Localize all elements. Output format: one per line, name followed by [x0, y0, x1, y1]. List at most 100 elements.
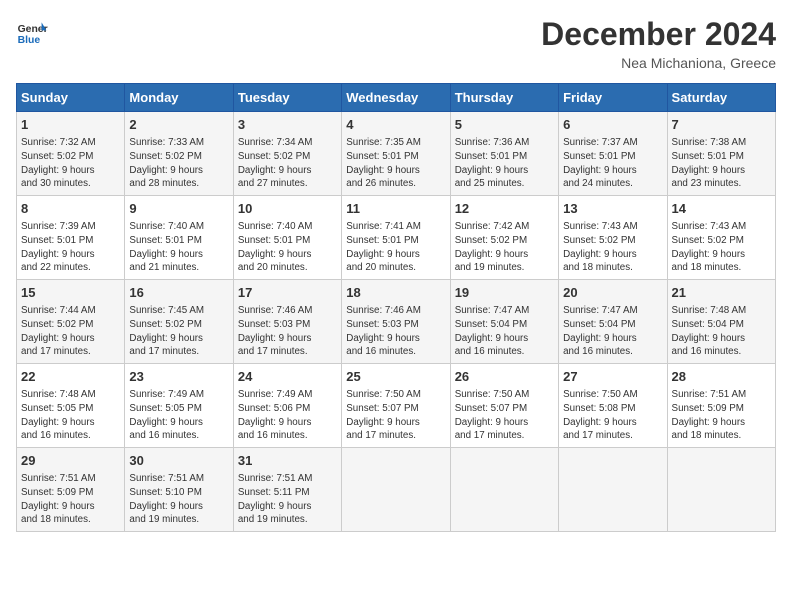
calendar-cell: 16Sunrise: 7:45 AMSunset: 5:02 PMDayligh… [125, 280, 233, 364]
calendar-cell: 3 Sunrise: 7:34 AMSunset: 5:02 PMDaylight… [233, 112, 341, 196]
day-info: Sunrise: 7:37 AMSunset: 5:01 PMDaylight:… [563, 136, 662, 191]
day-number: 19 [455, 284, 554, 302]
col-wednesday: Wednesday [342, 84, 450, 112]
calendar-cell: 25 Sunrise: 7:50 AMSunset: 5:07 PMDayligh… [342, 364, 450, 448]
day-info: Sunrise: 7:43 AMSunset: 5:02 PMDaylight:… [672, 220, 771, 275]
day-info: Sunrise: 7:51 AMSunset: 5:10 PMDaylight:… [129, 472, 228, 527]
day-number: 21 [672, 284, 771, 302]
day-info: Sunrise: 7:40 AMSunset: 5:01 PMDaylight:… [238, 220, 337, 275]
day-info: Sunrise: 7:50 AMSunset: 5:07 PMDaylight:… [346, 388, 445, 443]
day-number: 12 [455, 200, 554, 218]
calendar-cell: 30 Sunrise: 7:51 AMSunset: 5:10 PMDayligh… [125, 448, 233, 532]
calendar-cell: 2Sunrise: 7:33 AMSunset: 5:02 PMDaylight… [125, 112, 233, 196]
day-number: 30 [129, 452, 228, 470]
day-info: Sunrise: 7:46 AMSunset: 5:03 PMDaylight:… [238, 304, 337, 359]
calendar-cell: 17 Sunrise: 7:46 AMSunset: 5:03 PMDayligh… [233, 280, 341, 364]
calendar-week-row: 22 Sunrise: 7:48 AMSunset: 5:05 PMDayligh… [17, 364, 776, 448]
calendar-cell: 27Sunrise: 7:50 AMSunset: 5:08 PMDayligh… [559, 364, 667, 448]
day-number: 7 [672, 116, 771, 134]
day-number: 22 [21, 368, 120, 386]
calendar-cell: 29 Sunrise: 7:51 AMSunset: 5:09 PMDayligh… [17, 448, 125, 532]
day-number: 26 [455, 368, 554, 386]
day-info: Sunrise: 7:38 AMSunset: 5:01 PMDaylight:… [672, 136, 771, 191]
day-info: Sunrise: 7:44 AMSunset: 5:02 PMDaylight:… [21, 304, 120, 359]
day-number: 23 [129, 368, 228, 386]
calendar-cell: 18 Sunrise: 7:46 AMSunset: 5:03 PMDayligh… [342, 280, 450, 364]
logo: General Blue [16, 16, 48, 48]
day-info: Sunrise: 7:48 AMSunset: 5:05 PMDaylight:… [21, 388, 120, 443]
day-info: Sunrise: 7:46 AMSunset: 5:03 PMDaylight:… [346, 304, 445, 359]
day-info: Sunrise: 7:48 AMSunset: 5:04 PMDaylight:… [672, 304, 771, 359]
location: Nea Michaniona, Greece [541, 55, 776, 71]
calendar-cell: 5 Sunrise: 7:36 AMSunset: 5:01 PMDaylight… [450, 112, 558, 196]
day-info: Sunrise: 7:51 AMSunset: 5:09 PMDaylight:… [672, 388, 771, 443]
day-number: 10 [238, 200, 337, 218]
day-info: Sunrise: 7:51 AMSunset: 5:11 PMDaylight:… [238, 472, 337, 527]
day-info: Sunrise: 7:49 AMSunset: 5:06 PMDaylight:… [238, 388, 337, 443]
day-info: Sunrise: 7:51 AMSunset: 5:09 PMDaylight:… [21, 472, 120, 527]
calendar-cell: 9 Sunrise: 7:40 AMSunset: 5:01 PMDaylight… [125, 196, 233, 280]
month-title: December 2024 [541, 16, 776, 53]
title-block: December 2024 Nea Michaniona, Greece [541, 16, 776, 71]
day-number: 29 [21, 452, 120, 470]
day-info: Sunrise: 7:33 AMSunset: 5:02 PMDaylight:… [129, 136, 228, 191]
calendar-cell: 4Sunrise: 7:35 AMSunset: 5:01 PMDaylight… [342, 112, 450, 196]
day-number: 11 [346, 200, 445, 218]
calendar-week-row: 15Sunrise: 7:44 AMSunset: 5:02 PMDayligh… [17, 280, 776, 364]
calendar-cell: 15Sunrise: 7:44 AMSunset: 5:02 PMDayligh… [17, 280, 125, 364]
day-info: Sunrise: 7:47 AMSunset: 5:04 PMDaylight:… [455, 304, 554, 359]
calendar-cell: 6 Sunrise: 7:37 AMSunset: 5:01 PMDaylight… [559, 112, 667, 196]
calendar-cell [667, 448, 775, 532]
calendar-cell: 11 Sunrise: 7:41 AMSunset: 5:01 PMDayligh… [342, 196, 450, 280]
col-sunday: Sunday [17, 84, 125, 112]
day-info: Sunrise: 7:41 AMSunset: 5:01 PMDaylight:… [346, 220, 445, 275]
col-tuesday: Tuesday [233, 84, 341, 112]
calendar-week-row: 8Sunrise: 7:39 AMSunset: 5:01 PMDaylight… [17, 196, 776, 280]
day-number: 13 [563, 200, 662, 218]
calendar-cell: 23 Sunrise: 7:49 AMSunset: 5:05 PMDayligh… [125, 364, 233, 448]
day-info: Sunrise: 7:49 AMSunset: 5:05 PMDaylight:… [129, 388, 228, 443]
day-number: 27 [563, 368, 662, 386]
day-number: 5 [455, 116, 554, 134]
day-number: 3 [238, 116, 337, 134]
calendar-cell [450, 448, 558, 532]
svg-text:Blue: Blue [18, 35, 41, 46]
day-info: Sunrise: 7:39 AMSunset: 5:01 PMDaylight:… [21, 220, 120, 275]
calendar-cell: 1Sunrise: 7:32 AMSunset: 5:02 PMDaylight… [17, 112, 125, 196]
day-number: 14 [672, 200, 771, 218]
calendar-week-row: 29 Sunrise: 7:51 AMSunset: 5:09 PMDayligh… [17, 448, 776, 532]
calendar-cell: 28 Sunrise: 7:51 AMSunset: 5:09 PMDayligh… [667, 364, 775, 448]
calendar-cell: 19 Sunrise: 7:47 AMSunset: 5:04 PMDayligh… [450, 280, 558, 364]
calendar-cell: 31 Sunrise: 7:51 AMSunset: 5:11 PMDayligh… [233, 448, 341, 532]
calendar-cell: 24 Sunrise: 7:49 AMSunset: 5:06 PMDayligh… [233, 364, 341, 448]
day-number: 16 [129, 284, 228, 302]
day-info: Sunrise: 7:43 AMSunset: 5:02 PMDaylight:… [563, 220, 662, 275]
calendar-cell: 26 Sunrise: 7:50 AMSunset: 5:07 PMDayligh… [450, 364, 558, 448]
day-info: Sunrise: 7:40 AMSunset: 5:01 PMDaylight:… [129, 220, 228, 275]
calendar-cell: 22 Sunrise: 7:48 AMSunset: 5:05 PMDayligh… [17, 364, 125, 448]
day-info: Sunrise: 7:50 AMSunset: 5:07 PMDaylight:… [455, 388, 554, 443]
calendar-cell: 14 Sunrise: 7:43 AMSunset: 5:02 PMDayligh… [667, 196, 775, 280]
col-saturday: Saturday [667, 84, 775, 112]
day-info: Sunrise: 7:35 AMSunset: 5:01 PMDaylight:… [346, 136, 445, 191]
day-number: 25 [346, 368, 445, 386]
calendar-week-row: 1Sunrise: 7:32 AMSunset: 5:02 PMDaylight… [17, 112, 776, 196]
day-number: 31 [238, 452, 337, 470]
calendar-table: Sunday Monday Tuesday Wednesday Thursday… [16, 83, 776, 532]
calendar-cell [342, 448, 450, 532]
day-info: Sunrise: 7:36 AMSunset: 5:01 PMDaylight:… [455, 136, 554, 191]
day-number: 28 [672, 368, 771, 386]
day-number: 24 [238, 368, 337, 386]
logo-icon: General Blue [16, 16, 48, 48]
day-number: 6 [563, 116, 662, 134]
day-number: 17 [238, 284, 337, 302]
day-info: Sunrise: 7:47 AMSunset: 5:04 PMDaylight:… [563, 304, 662, 359]
day-number: 9 [129, 200, 228, 218]
page-header: General Blue December 2024 Nea Michanion… [16, 16, 776, 71]
day-number: 1 [21, 116, 120, 134]
day-info: Sunrise: 7:42 AMSunset: 5:02 PMDaylight:… [455, 220, 554, 275]
calendar-cell: 10 Sunrise: 7:40 AMSunset: 5:01 PMDayligh… [233, 196, 341, 280]
calendar-cell: 13 Sunrise: 7:43 AMSunset: 5:02 PMDayligh… [559, 196, 667, 280]
day-number: 18 [346, 284, 445, 302]
day-info: Sunrise: 7:34 AMSunset: 5:02 PMDaylight:… [238, 136, 337, 191]
